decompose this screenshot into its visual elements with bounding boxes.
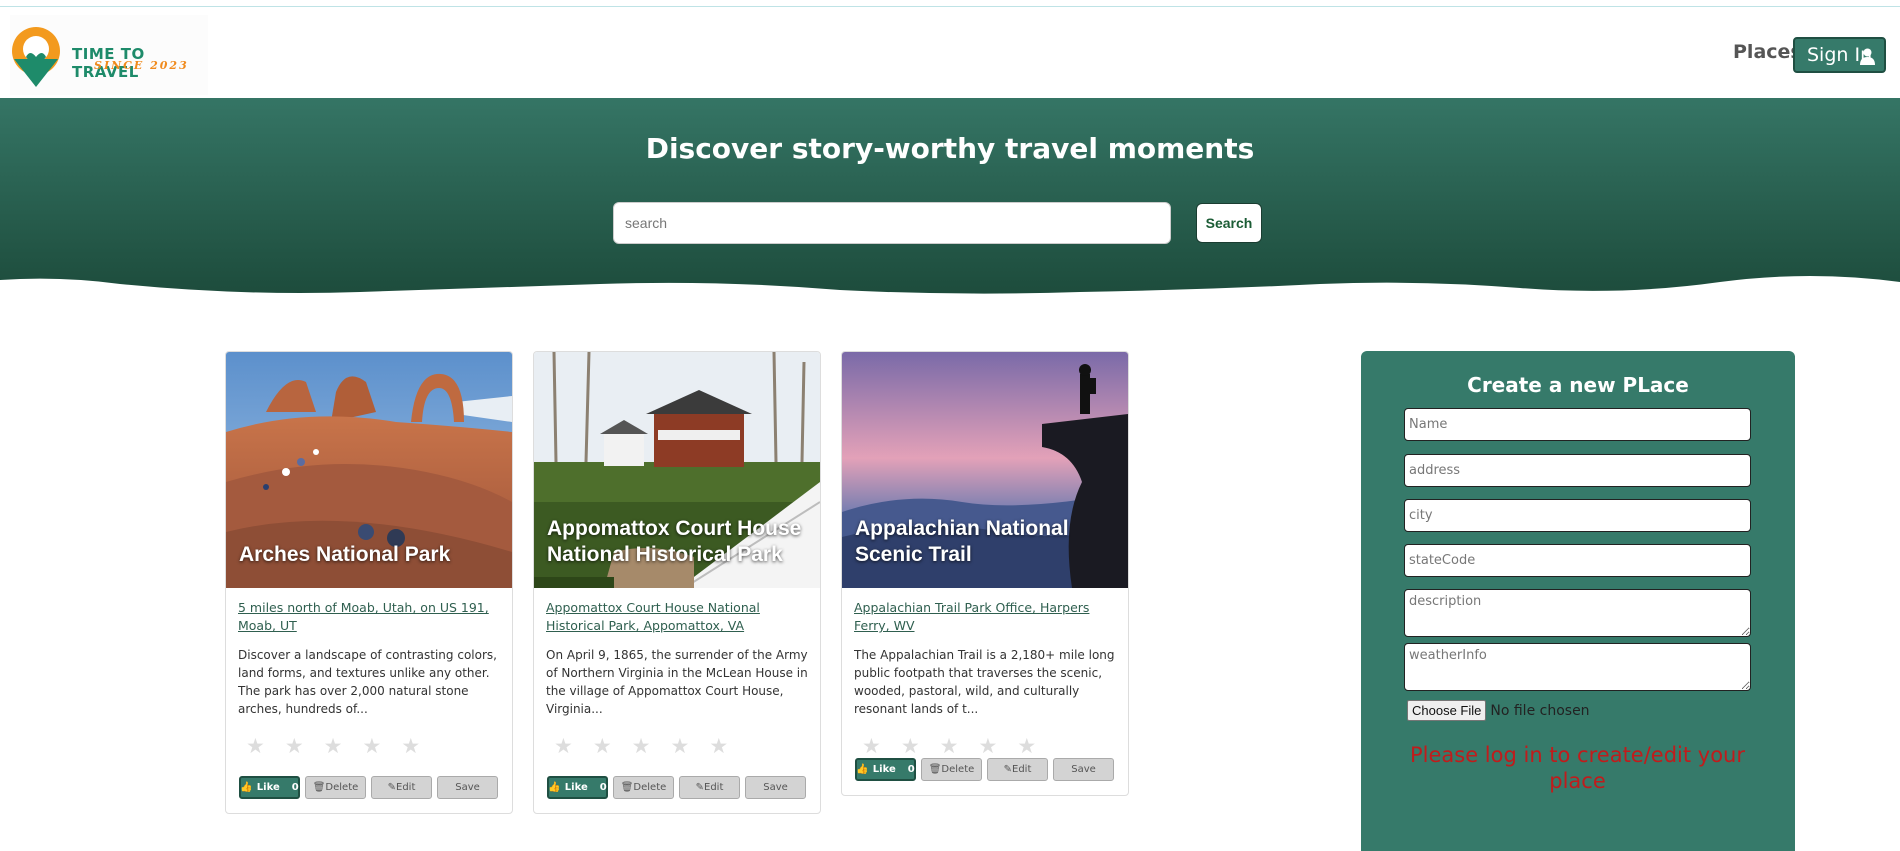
place-card: Appomattox Court House National Historic… [533, 351, 821, 814]
delete-label: Delete [941, 764, 975, 775]
star-icon[interactable]: ★ [324, 734, 343, 759]
edit-button[interactable]: ✎ Edit [371, 776, 432, 799]
create-place-panel: Create a new PLace Choose File No file c… [1361, 351, 1795, 851]
save-button[interactable]: Save [745, 776, 806, 799]
card-actions: 👍 Like 0 🗑 Delete ✎ Edit Save [547, 776, 806, 799]
statecode-field[interactable] [1404, 544, 1751, 577]
delete-button[interactable]: 🗑 Delete [305, 776, 366, 799]
edit-button[interactable]: ✎ Edit [679, 776, 740, 799]
like-count: 0 [907, 764, 915, 775]
edit-icon: ✎ [387, 782, 396, 793]
star-icon[interactable]: ★ [246, 734, 265, 759]
card-actions: 👍 Like 0 🗑 Delete ✎ Edit Save [855, 758, 1114, 781]
star-icon[interactable]: ★ [554, 734, 573, 759]
search-input[interactable] [613, 202, 1171, 244]
nav-places-link[interactable]: Places [1733, 41, 1802, 63]
like-label: Like [872, 764, 896, 775]
star-icon[interactable]: ★ [670, 734, 689, 759]
hero-banner [0, 98, 1900, 298]
place-card: Appalachian National Scenic Trail Appala… [841, 351, 1129, 796]
card-address-link[interactable]: Appomattox Court House National Historic… [546, 599, 808, 635]
login-required-message: Please log in to create/edit your place [1409, 743, 1746, 793]
star-icon[interactable]: ★ [401, 734, 420, 759]
trash-icon: 🗑 [312, 782, 326, 793]
trash-icon: 🗑 [620, 782, 634, 793]
card-description: The Appalachian Trail is a 2,180+ mile l… [854, 648, 1115, 716]
save-button[interactable]: Save [1053, 758, 1114, 781]
star-icon[interactable]: ★ [709, 734, 728, 759]
star-icon[interactable]: ★ [1017, 734, 1036, 759]
delete-label: Delete [325, 782, 359, 793]
like-label: Like [564, 782, 588, 793]
user-icon [1860, 48, 1875, 65]
weatherinfo-field[interactable] [1404, 643, 1751, 691]
create-place-title: Create a new PLace [1467, 373, 1689, 397]
trash-icon: 🗑 [928, 764, 942, 775]
thumbs-up-icon: 👍 [856, 764, 869, 775]
address-field[interactable] [1404, 454, 1751, 487]
card-address-link[interactable]: Appalachian Trail Park Office, Harpers F… [854, 599, 1116, 635]
star-rating[interactable]: ★ ★ ★ ★ ★ [238, 734, 500, 759]
like-label: Like [256, 782, 280, 793]
card-title: Appomattox Court House National Historic… [547, 517, 802, 566]
edit-button[interactable]: ✎ Edit [987, 758, 1048, 781]
card-address-link[interactable]: 5 miles north of Moab, Utah, on US 191, … [238, 599, 500, 635]
choose-file-button[interactable]: Choose File [1407, 700, 1487, 721]
star-icon[interactable]: ★ [978, 734, 997, 759]
star-rating[interactable]: ★ ★ ★ ★ ★ [546, 734, 808, 759]
edit-icon: ✎ [695, 782, 704, 793]
thumbs-up-icon: 👍 [240, 782, 253, 793]
star-icon[interactable]: ★ [901, 734, 920, 759]
file-upload: Choose File No file chosen [1407, 700, 1590, 721]
name-field[interactable] [1404, 408, 1751, 441]
star-icon[interactable]: ★ [593, 734, 612, 759]
like-count: 0 [599, 782, 607, 793]
top-border [0, 0, 1900, 7]
place-image-appalachian: Appalachian National Scenic Trail [842, 352, 1128, 588]
place-image-arches: Arches National Park [226, 352, 512, 588]
edit-label: Edit [704, 782, 724, 793]
edit-label: Edit [396, 782, 416, 793]
star-icon[interactable]: ★ [940, 734, 959, 759]
signin-button[interactable]: Sign In [1793, 37, 1886, 73]
save-button[interactable]: Save [437, 776, 498, 799]
place-card: Arches National Park 5 miles north of Mo… [225, 351, 513, 814]
edit-label: Edit [1012, 764, 1032, 775]
description-field[interactable] [1404, 589, 1751, 637]
edit-icon: ✎ [1003, 764, 1012, 775]
card-description: Discover a landscape of contrasting colo… [238, 648, 497, 716]
site-header: TIME TO TRAVEL SINCE 2023 Places Sign In [0, 7, 1900, 98]
star-icon[interactable]: ★ [285, 734, 304, 759]
star-icon[interactable]: ★ [362, 734, 381, 759]
delete-label: Delete [633, 782, 667, 793]
hero-wave-background [0, 98, 1900, 294]
like-count: 0 [291, 782, 299, 793]
like-button[interactable]: 👍 Like 0 [547, 776, 608, 799]
delete-button[interactable]: 🗑 Delete [921, 758, 982, 781]
like-button[interactable]: 👍 Like 0 [239, 776, 300, 799]
place-image-appomattox: Appomattox Court House National Historic… [534, 352, 820, 588]
star-icon[interactable]: ★ [862, 734, 881, 759]
hero-title: Discover story-worthy travel moments [645, 132, 1255, 165]
file-status: No file chosen [1490, 702, 1590, 719]
delete-button[interactable]: 🗑 Delete [613, 776, 674, 799]
thumbs-up-icon: 👍 [548, 782, 561, 793]
star-rating[interactable]: ★ ★ ★ ★ ★ [854, 734, 1116, 759]
site-logo[interactable]: TIME TO TRAVEL SINCE 2023 [10, 15, 208, 95]
logo-tagline: SINCE 2023 [94, 59, 189, 72]
star-icon[interactable]: ★ [632, 734, 651, 759]
card-description: On April 9, 1865, the surrender of the A… [546, 648, 808, 716]
city-field[interactable] [1404, 499, 1751, 532]
card-title: Appalachian National Scenic Trail [855, 517, 1069, 566]
card-actions: 👍 Like 0 🗑 Delete ✎ Edit Save [239, 776, 498, 799]
map-pin-logo-icon [12, 27, 60, 87]
card-title: Arches National Park [239, 543, 451, 566]
like-button[interactable]: 👍 Like 0 [855, 758, 916, 781]
search-button[interactable]: Search [1196, 203, 1262, 243]
